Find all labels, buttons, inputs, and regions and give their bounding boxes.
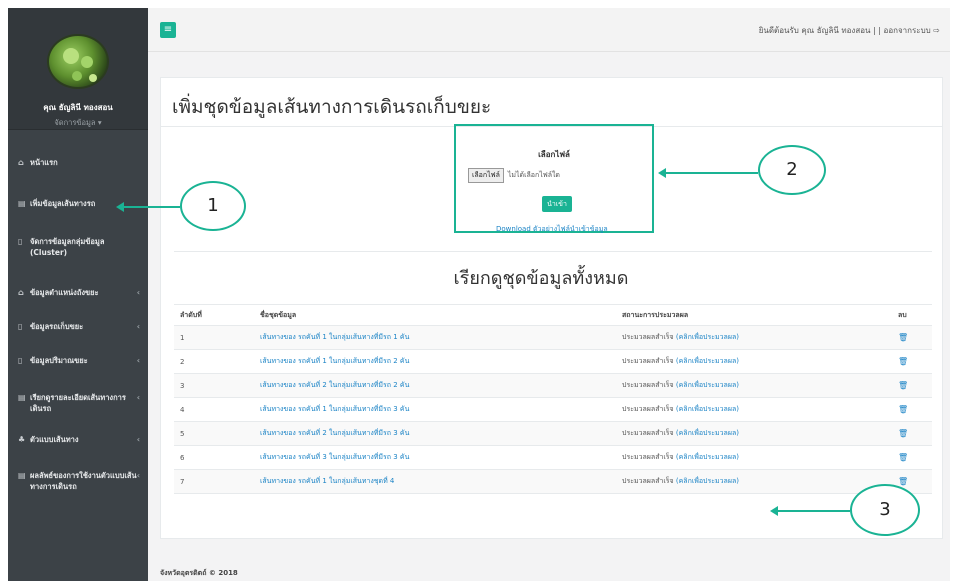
chevron-left-icon: ‹ xyxy=(136,435,140,444)
file-icon: ▯ xyxy=(18,237,23,246)
sidebar-item-home[interactable]: ⌂ หน้าแรก xyxy=(8,157,148,168)
dataset-name-link[interactable]: เส้นทางของ รถคันที่ 1 ในกลุ่มเส้นทางที่ม… xyxy=(260,405,409,413)
process-link[interactable]: (คลิกเพื่อประมวลผล) xyxy=(676,477,739,485)
dataset-name-link[interactable]: เส้นทางของ รถคันที่ 3 ในกลุ่มเส้นทางที่ม… xyxy=(260,453,409,461)
dataset-table: ลำดับที่ ชื่อชุดข้อมูล สถานะการประมวลผล … xyxy=(174,304,932,494)
profile-name: คุณ ธัญลินี ทองสอน xyxy=(43,103,113,112)
table-row: 6 เส้นทางของ รถคันที่ 3 ในกลุ่มเส้นทางที… xyxy=(174,445,932,470)
status-text: ประมวลผลสำเร็จ xyxy=(622,333,674,341)
trash-icon[interactable]: 🗑 xyxy=(898,405,908,414)
avatar[interactable] xyxy=(47,34,109,89)
process-link[interactable]: (คลิกเพื่อประมวลผล) xyxy=(676,429,739,437)
process-link[interactable]: (คลิกเพื่อประมวลผล) xyxy=(676,381,739,389)
table-icon: ▤ xyxy=(18,471,26,480)
upload-title: เลือกไฟล์ xyxy=(538,150,570,159)
status-text: ประมวลผลสำเร็จ xyxy=(622,381,674,389)
profile-panel: คุณ ธัญลินี ทองสอน จัดการข้อมูล ▾ xyxy=(8,8,148,130)
top-navbar: ≡ ยินดีต้อนรับ คุณ ธัญลินี ทองสอน | | ออ… xyxy=(148,8,950,52)
menu-toggle-button[interactable]: ≡ xyxy=(160,22,176,38)
sidebar-item-label: หน้าแรก xyxy=(30,158,58,167)
sidebar-item-label: ตัวแบบเส้นทาง xyxy=(30,435,79,444)
file-input[interactable]: เลือกไฟล์ ไม่ได้เลือกไฟล์ใด xyxy=(468,168,560,183)
callout-3: 3 xyxy=(850,484,920,536)
row-number: 1 xyxy=(174,325,254,350)
table-icon: ▤ xyxy=(18,393,26,402)
sidebar-item-label: ข้อมูลรถเก็บขยะ xyxy=(30,322,84,331)
sidebar-item-label: จัดการข้อมูลกลุ่มข้อมูล (Cluster) xyxy=(30,237,105,257)
sidebar-item-route-details[interactable]: ▤ เรียกดูรายละเอียดเส้นทางการเดินรถ ‹ xyxy=(8,392,148,414)
row-number: 3 xyxy=(174,373,254,398)
status-text: ประมวลผลสำเร็จ xyxy=(622,357,674,365)
column-header-no: ลำดับที่ xyxy=(174,304,254,326)
trash-icon[interactable]: 🗑 xyxy=(898,453,908,462)
dataset-name-link[interactable]: เส้นทางของ รถคันที่ 2 ในกลุ่มเส้นทางที่ม… xyxy=(260,381,409,389)
table-row: 1 เส้นทางของ รถคันที่ 1 ในกลุ่มเส้นทางที… xyxy=(174,325,932,350)
process-link[interactable]: (คลิกเพื่อประมวลผล) xyxy=(676,405,739,413)
footer-text: จังหวัดอุตรดิตถ์ © 2018 xyxy=(160,569,238,577)
chevron-left-icon: ‹ xyxy=(136,356,140,365)
dataset-name-link[interactable]: เส้นทางของ รถคันที่ 1 ในกลุ่มเส้นทางชุดท… xyxy=(260,477,394,485)
row-number: 6 xyxy=(174,445,254,470)
callout-arrow-1 xyxy=(116,202,180,212)
section-title: เรียกดูชุดข้อมูลทั้งหมด xyxy=(453,268,629,289)
file-status-text: ไม่ได้เลือกไฟล์ใด xyxy=(507,171,560,179)
dataset-name-link[interactable]: เส้นทางของ รถคันที่ 1 ในกลุ่มเส้นทางที่ม… xyxy=(260,333,409,341)
chevron-left-icon: ‹ xyxy=(136,471,140,480)
row-number: 4 xyxy=(174,397,254,422)
welcome-logout-text[interactable]: ยินดีต้อนรับ คุณ ธัญลินี ทองสอน | | ออกจ… xyxy=(759,24,940,37)
sidebar-item-cluster[interactable]: ▯ จัดการข้อมูลกลุ่มข้อมูล (Cluster) xyxy=(8,236,148,258)
table-row: 5 เส้นทางของ รถคันที่ 2 ในกลุ่มเส้นทางที… xyxy=(174,421,932,446)
team-icon: ♣ xyxy=(18,435,26,444)
home-icon: ⌂ xyxy=(18,158,24,167)
download-sample-link[interactable]: Download ตัวอย่างไฟล์นำเข้าข้อมูล xyxy=(496,224,608,235)
status-text: ประมวลผลสำเร็จ xyxy=(622,429,674,437)
column-header-name: ชื่อชุดข้อมูล xyxy=(254,304,616,326)
profile-role-dropdown[interactable]: จัดการข้อมูล ▾ xyxy=(54,117,101,129)
column-header-delete: ลบ xyxy=(892,304,932,326)
status-text: ประมวลผลสำเร็จ xyxy=(622,453,674,461)
status-text: ประมวลผลสำเร็จ xyxy=(622,477,674,485)
choose-file-button[interactable]: เลือกไฟล์ xyxy=(468,168,504,183)
file-icon: ▯ xyxy=(18,322,23,331)
status-text: ประมวลผลสำเร็จ xyxy=(622,405,674,413)
sidebar-item-trucks[interactable]: ▯ ข้อมูลรถเก็บขยะ ‹ xyxy=(8,321,148,332)
sidebar-item-route-model[interactable]: ♣ ตัวแบบเส้นทาง ‹ xyxy=(8,434,148,445)
process-link[interactable]: (คลิกเพื่อประมวลผล) xyxy=(676,453,739,461)
table-row: 7 เส้นทางของ รถคันที่ 1 ในกลุ่มเส้นทางชุ… xyxy=(174,469,932,494)
dataset-name-link[interactable]: เส้นทางของ รถคันที่ 2 ในกลุ่มเส้นทางที่ม… xyxy=(260,429,409,437)
sidebar-item-waste-amount[interactable]: ▯ ข้อมูลปริมาณขยะ ‹ xyxy=(8,355,148,366)
callout-1: 1 xyxy=(180,181,246,231)
row-number: 5 xyxy=(174,421,254,446)
sidebar-item-label: ผลลัพธ์ของการใช้งานตัวแบบเส้นทางการเดินร… xyxy=(30,471,137,491)
callout-arrow-3 xyxy=(770,506,850,516)
upload-form: เลือกไฟล์ เลือกไฟล์ ไม่ได้เลือกไฟล์ใด นำ… xyxy=(454,124,654,233)
callout-arrow-2 xyxy=(658,168,758,178)
callout-2: 2 xyxy=(758,145,826,195)
sidebar-item-label: ข้อมูลปริมาณขยะ xyxy=(30,356,88,365)
column-header-status: สถานะการประมวลผล xyxy=(616,304,892,326)
file-icon: ▯ xyxy=(18,356,23,365)
trash-icon[interactable]: 🗑 xyxy=(898,429,908,438)
page-title: เพิ่มชุดข้อมูลเส้นทางการเดินรถเก็บขยะ xyxy=(172,96,492,118)
row-number: 7 xyxy=(174,469,254,494)
chevron-left-icon: ‹ xyxy=(136,322,140,331)
process-link[interactable]: (คลิกเพื่อประมวลผล) xyxy=(676,357,739,365)
section-divider xyxy=(174,251,932,252)
trash-icon[interactable]: 🗑 xyxy=(898,381,908,390)
table-row: 3 เส้นทางของ รถคันที่ 2 ในกลุ่มเส้นทางที… xyxy=(174,373,932,398)
table-icon: ▤ xyxy=(18,199,26,208)
table-row: 4 เส้นทางของ รถคันที่ 1 ในกลุ่มเส้นทางที… xyxy=(174,397,932,422)
process-link[interactable]: (คลิกเพื่อประมวลผล) xyxy=(676,333,739,341)
import-button[interactable]: นำเข้า xyxy=(542,196,572,212)
chevron-left-icon: ‹ xyxy=(136,393,140,402)
sidebar-item-label: เรียกดูรายละเอียดเส้นทางการเดินรถ xyxy=(30,393,126,413)
trash-icon[interactable]: 🗑 xyxy=(898,477,908,486)
row-number: 2 xyxy=(174,349,254,374)
table-row: 2 เส้นทางของ รถคันที่ 1 ในกลุ่มเส้นทางที… xyxy=(174,349,932,374)
dataset-name-link[interactable]: เส้นทางของ รถคันที่ 1 ในกลุ่มเส้นทางที่ม… xyxy=(260,357,409,365)
trash-icon[interactable]: 🗑 xyxy=(898,357,908,366)
table-header-row: ลำดับที่ ชื่อชุดข้อมูล สถานะการประมวลผล … xyxy=(174,304,932,326)
trash-icon[interactable]: 🗑 xyxy=(898,333,908,342)
sidebar-item-model-results[interactable]: ▤ ผลลัพธ์ของการใช้งานตัวแบบเส้นทางการเดิ… xyxy=(8,470,148,492)
